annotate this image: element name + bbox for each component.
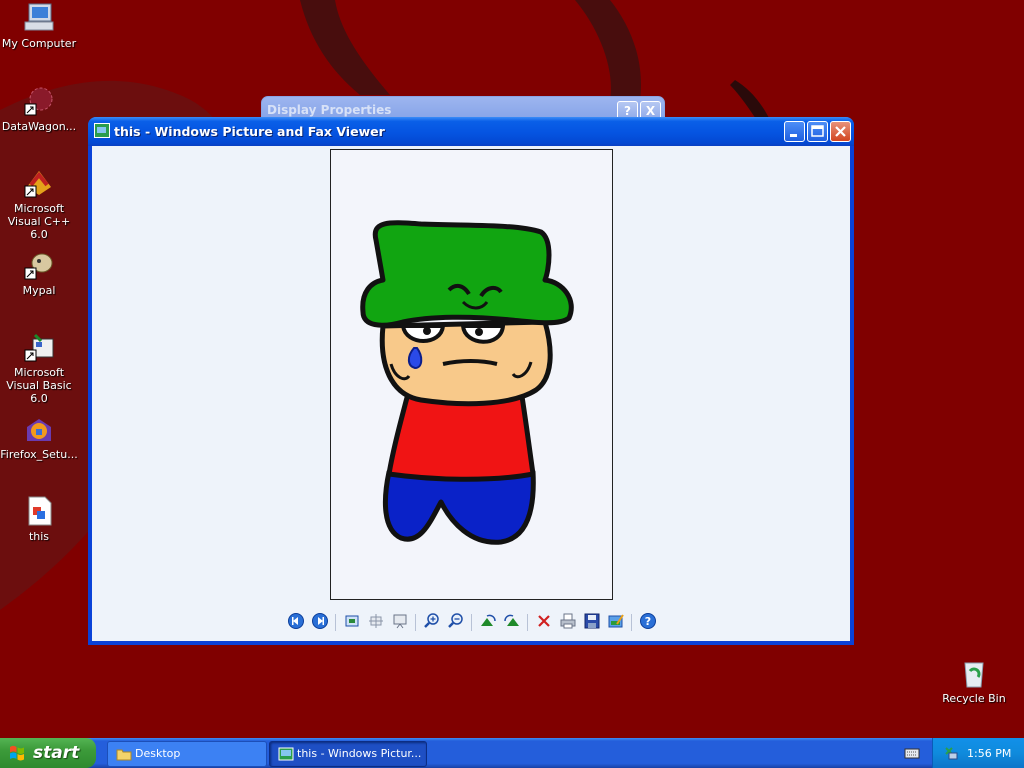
maximize-button[interactable]	[807, 121, 828, 142]
best-fit-icon	[345, 615, 359, 627]
cartoon-character-image	[360, 220, 574, 545]
edit-button[interactable]	[607, 612, 627, 632]
print-icon	[560, 613, 576, 629]
zoom-out-icon	[448, 613, 463, 628]
windows-logo-icon	[10, 745, 24, 761]
desktop-icon-label: My Computer	[1, 37, 77, 50]
minimize-button[interactable]	[784, 121, 805, 142]
desktop-icon-datawagon[interactable]: DataWagon...	[0, 85, 78, 133]
taskbar-item-desktop[interactable]: Desktop	[107, 741, 267, 767]
desktop-icon-label: Microsoft Visual C++ 6.0	[7, 202, 71, 241]
toolbar-separator	[527, 614, 528, 631]
delete-icon	[538, 615, 550, 627]
title-bar[interactable]: this - Windows Picture and Fax Viewer	[88, 117, 854, 146]
network-icon[interactable]	[943, 745, 959, 761]
toolbar-separator	[415, 614, 416, 631]
toolbar-separator	[335, 614, 336, 631]
actual-size-icon	[369, 614, 383, 628]
image-file-icon	[23, 495, 55, 527]
datawagon-icon	[23, 85, 55, 117]
svg-text:?: ?	[645, 615, 651, 628]
keyboard-icon[interactable]	[904, 746, 920, 760]
taskbar-item-label: this - Windows Pictur...	[297, 747, 422, 760]
rotate-counterclockwise-button[interactable]	[503, 612, 523, 632]
visual-basic-icon	[23, 331, 55, 363]
clock[interactable]: 1:56 PM	[967, 747, 1011, 760]
mypal-icon	[23, 249, 55, 281]
desktop-icon-mypal[interactable]: Mypal	[0, 249, 78, 297]
desktop-icon-label: Mypal	[22, 284, 56, 297]
zoom-out-button[interactable]	[447, 612, 467, 632]
desktop-icon-visual-cpp[interactable]: Microsoft Visual C++ 6.0	[0, 167, 78, 241]
desktop-icon-firefox-setup[interactable]: Firefox_Setu...	[0, 413, 78, 461]
desktop-icon-recycle-bin[interactable]: Recycle Bin	[935, 657, 1013, 705]
rotate-clockwise-button[interactable]	[479, 612, 499, 632]
actual-size-button[interactable]	[367, 612, 387, 632]
toolbar-separator	[471, 614, 472, 631]
rotate-counterclockwise-icon	[504, 614, 519, 626]
close-icon	[835, 126, 846, 137]
desktop-icon-label: Recycle Bin	[942, 692, 1006, 705]
start-button[interactable]: start	[0, 738, 96, 768]
previous-icon	[288, 613, 304, 629]
displayed-image	[330, 149, 613, 600]
my-computer-icon	[23, 2, 55, 34]
viewer-client-area: ?	[92, 146, 850, 641]
edit-icon	[608, 614, 624, 628]
desktop-icon-label: Microsoft Visual Basic 6.0	[6, 366, 72, 405]
next-image-button[interactable]	[311, 612, 331, 632]
print-button[interactable]	[559, 612, 579, 632]
taskbar-item-label: Desktop	[135, 747, 181, 760]
slideshow-icon	[393, 614, 407, 629]
zoom-in-icon	[424, 613, 439, 628]
toolbar-separator	[631, 614, 632, 631]
copy-to-button[interactable]	[583, 612, 603, 632]
taskbar: start Desktop this - Windows Pictur... 1…	[0, 738, 1024, 768]
system-tray: 1:56 PM	[932, 738, 1024, 768]
desktop-icon-label: DataWagon...	[1, 120, 77, 133]
picture-viewer-icon	[94, 123, 110, 138]
minimize-icon	[790, 134, 797, 137]
picture-viewer-icon	[278, 747, 294, 761]
taskbar-item-picture-viewer[interactable]: this - Windows Pictur...	[269, 741, 427, 767]
slideshow-button[interactable]	[391, 612, 411, 632]
help-button[interactable]: ?	[639, 612, 659, 632]
desktop-icon-my-computer[interactable]: My Computer	[0, 2, 78, 50]
display-properties-title: Display Properties	[267, 103, 392, 117]
desktop-icon-label: this	[28, 530, 50, 543]
desktop-icon-label: Firefox_Setu...	[0, 448, 78, 461]
desktop-icon-visual-basic[interactable]: Microsoft Visual Basic 6.0	[0, 331, 78, 405]
maximize-icon	[811, 125, 824, 137]
zoom-in-button[interactable]	[423, 612, 443, 632]
visual-cpp-icon	[23, 167, 55, 199]
rotate-clockwise-icon	[481, 614, 496, 626]
delete-button[interactable]	[535, 612, 555, 632]
picture-viewer-window: this - Windows Picture and Fax Viewer ?	[88, 117, 854, 645]
folder-icon	[116, 749, 132, 761]
close-button[interactable]	[830, 121, 851, 142]
recycle-bin-icon	[958, 657, 990, 689]
firefox-setup-icon	[23, 413, 55, 445]
help-icon: ?	[640, 613, 656, 629]
desktop-icon-this[interactable]: this	[0, 495, 78, 543]
previous-image-button[interactable]	[287, 612, 307, 632]
window-title: this - Windows Picture and Fax Viewer	[114, 124, 385, 139]
start-label: start	[33, 743, 80, 763]
next-icon	[312, 613, 328, 629]
save-icon	[584, 613, 600, 629]
best-fit-button[interactable]	[343, 612, 363, 632]
